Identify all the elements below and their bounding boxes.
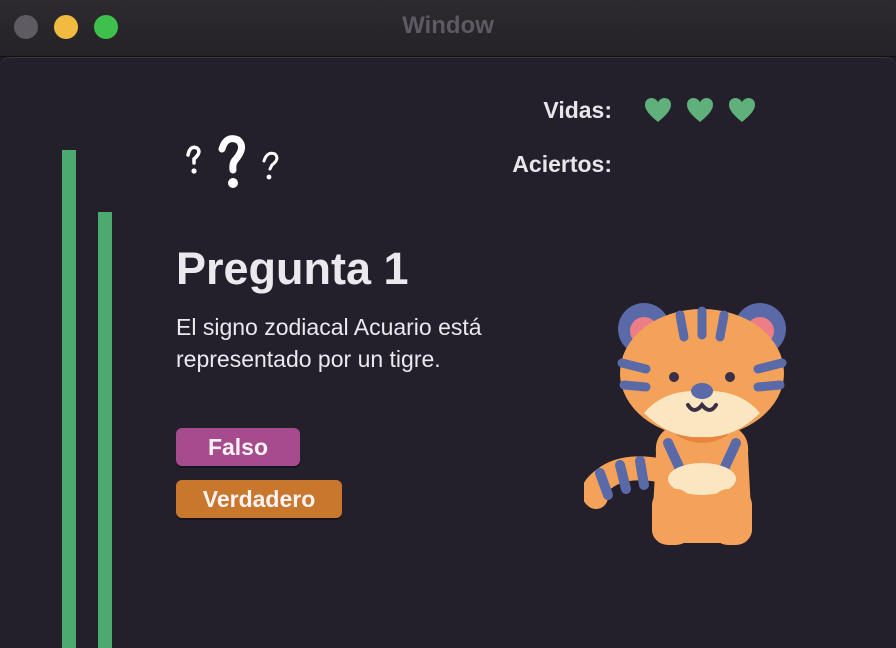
false-button[interactable]: Falso: [176, 428, 300, 466]
progress-bar-left: [62, 150, 76, 648]
window-title: Window: [402, 12, 494, 39]
hits-label: Aciertos:: [512, 151, 612, 177]
lives-hearts: [644, 97, 756, 123]
heart-icon: [687, 98, 713, 122]
true-button[interactable]: Verdadero: [176, 480, 342, 518]
question-marks-icon: [186, 135, 279, 188]
lives-label: Vidas:: [543, 97, 612, 123]
tiger-icon: [584, 303, 787, 545]
game-panel: Vidas: Aciertos: Pregunta 1 El signo zod…: [0, 57, 896, 648]
question-text: El signo zodiacal Acuario está represent…: [176, 314, 482, 372]
heart-icon: [645, 98, 671, 122]
question-title: Pregunta 1: [176, 243, 409, 294]
progress-bar-right: [98, 212, 112, 648]
title-bar: Window: [0, 0, 896, 57]
heart-icon: [729, 98, 755, 122]
